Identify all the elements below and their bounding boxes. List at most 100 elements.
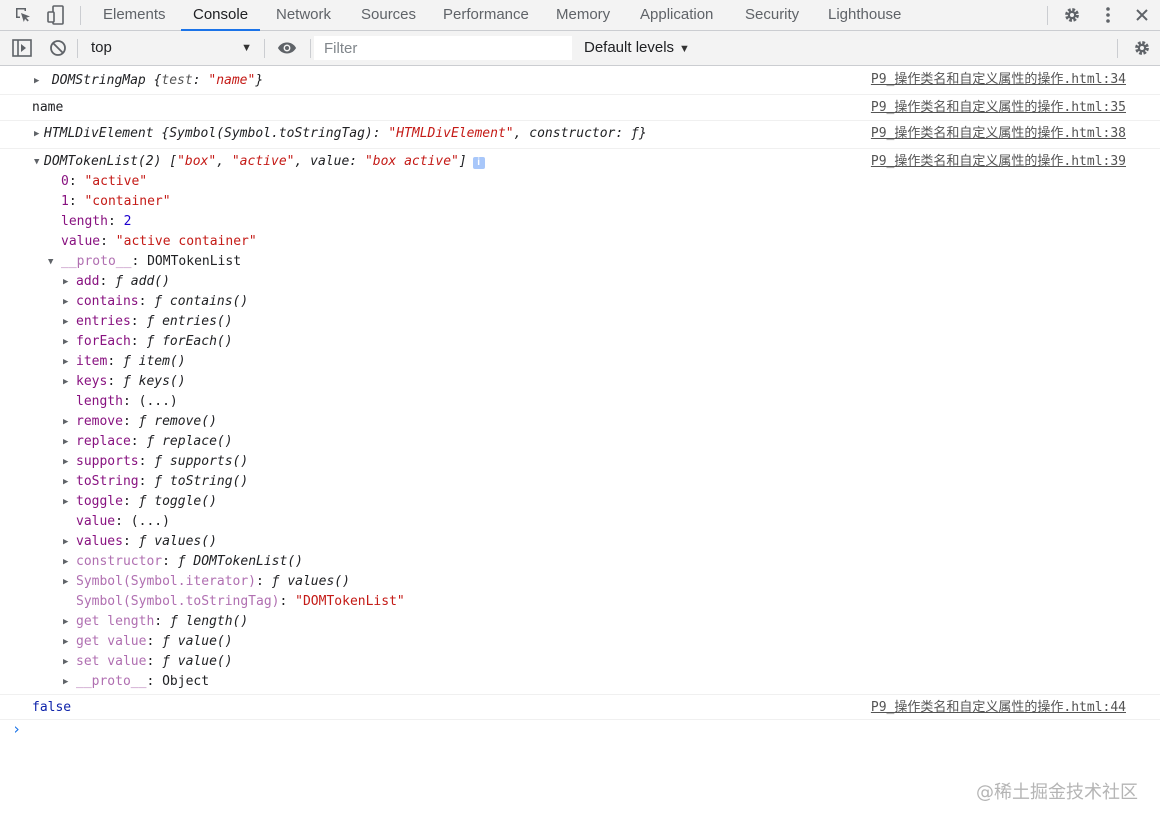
proto-property-row[interactable]: ▶ get length: ƒ length() xyxy=(63,612,248,632)
source-link[interactable]: P9_操作类名和自定义属性的操作.html:44 xyxy=(871,698,1126,718)
expand-triangle-icon[interactable]: ▶ xyxy=(63,532,73,552)
object-type: DOMStringMap xyxy=(51,73,146,88)
show-sidebar-icon[interactable] xyxy=(12,38,32,58)
filter-input[interactable] xyxy=(314,36,572,60)
tab-memory[interactable]: Memory xyxy=(556,0,610,30)
settings-gear-icon[interactable] xyxy=(1062,5,1082,25)
tab-elements[interactable]: Elements xyxy=(103,0,166,30)
device-toolbar-icon[interactable] xyxy=(46,5,66,25)
expand-triangle-icon[interactable]: ▶ xyxy=(63,412,73,432)
expand-triangle-icon[interactable]: ▶ xyxy=(34,71,44,91)
proto-property-row[interactable]: ▶ supports: ƒ supports() xyxy=(63,452,248,472)
property-value: ƒ add() xyxy=(115,274,170,289)
property-value: (...) xyxy=(138,394,178,409)
tab-console[interactable]: Console xyxy=(180,0,261,31)
proto-property-row: value: (...) xyxy=(76,514,170,529)
toolbar-divider xyxy=(77,39,78,58)
tab-application[interactable]: Application xyxy=(640,0,713,30)
source-link[interactable]: P9_操作类名和自定义属性的操作.html:38 xyxy=(871,124,1126,144)
property-value: ƒ value() xyxy=(162,654,233,669)
proto-property-row[interactable]: ▶ entries: ƒ entries() xyxy=(63,312,233,332)
proto-property-row[interactable]: ▶ set value: ƒ value() xyxy=(63,652,233,672)
expand-triangle-icon[interactable]: ▶ xyxy=(63,652,73,672)
console-settings-gear-icon[interactable] xyxy=(1132,38,1152,58)
proto-property-row[interactable]: ▶ values: ƒ values() xyxy=(63,532,217,552)
proto-property-row[interactable]: ▶ forEach: ƒ forEach() xyxy=(63,332,233,352)
expand-triangle-icon[interactable]: ▶ xyxy=(63,572,73,592)
log-boolean: false xyxy=(32,698,71,718)
context-selector[interactable]: top ▼ xyxy=(84,37,256,59)
property-value: "DOMTokenList" xyxy=(295,594,405,609)
collapse-triangle-icon[interactable]: ▼ xyxy=(34,152,44,172)
property-key: 0 xyxy=(61,174,69,189)
proto-property-row[interactable]: ▶ __proto__: Object xyxy=(63,672,209,692)
property-key: keys xyxy=(76,374,108,389)
property-key: contains xyxy=(76,294,139,309)
source-link[interactable]: P9_操作类名和自定义属性的操作.html:35 xyxy=(871,98,1126,118)
property-key: constructor xyxy=(76,554,163,569)
proto-property-row[interactable]: ▶ remove: ƒ remove() xyxy=(63,412,217,432)
property-key: Symbol(Symbol.toStringTag) xyxy=(76,594,280,609)
proto-property-row[interactable]: ▶ get value: ƒ value() xyxy=(63,632,233,652)
proto-value: DOMTokenList xyxy=(147,254,242,269)
comma: , xyxy=(216,154,232,169)
log-levels-dropdown[interactable]: Default levels ▼ xyxy=(584,37,690,60)
expand-triangle-icon[interactable]: ▶ xyxy=(63,272,73,292)
inspect-element-icon[interactable] xyxy=(13,5,33,25)
proto-row[interactable]: ▼ __proto__: DOMTokenList xyxy=(48,252,241,272)
property-value: ƒ values() xyxy=(138,534,217,549)
collapse-triangle-icon[interactable]: ▼ xyxy=(48,252,58,272)
proto-property-row[interactable]: ▶ add: ƒ add() xyxy=(63,272,170,292)
close-icon[interactable] xyxy=(1132,5,1152,25)
clear-console-icon[interactable] xyxy=(48,38,68,58)
tab-security[interactable]: Security xyxy=(745,0,799,30)
expand-triangle-icon[interactable]: ▶ xyxy=(63,312,73,332)
expand-triangle-icon[interactable]: ▶ xyxy=(63,292,73,312)
expand-triangle-icon[interactable]: ▶ xyxy=(34,124,44,144)
proto-property-row[interactable]: ▶ Symbol(Symbol.iterator): ƒ values() xyxy=(63,572,350,592)
proto-property-row[interactable]: ▶ toString: ƒ toString() xyxy=(63,472,248,492)
tab-network[interactable]: Network xyxy=(276,0,331,30)
property-value: (...) xyxy=(130,514,170,529)
object-preview[interactable]: ▼ DOMTokenList(2) ["box", "active", value… xyxy=(34,152,485,172)
property-value: ƒ replace() xyxy=(146,434,233,449)
property-key: value xyxy=(76,514,116,529)
tab-sources[interactable]: Sources xyxy=(361,0,416,30)
proto-property-row[interactable]: ▶ keys: ƒ keys() xyxy=(63,372,186,392)
proto-property-row[interactable]: ▶ item: ƒ item() xyxy=(63,352,186,372)
expand-triangle-icon[interactable]: ▶ xyxy=(63,632,73,652)
expand-triangle-icon[interactable]: ▶ xyxy=(63,552,73,572)
live-expression-eye-icon[interactable] xyxy=(277,38,297,58)
console-prompt-icon[interactable]: › xyxy=(12,720,21,738)
tab-performance[interactable]: Performance xyxy=(443,0,529,30)
source-link[interactable]: P9_操作类名和自定义属性的操作.html:39 xyxy=(871,152,1126,172)
proto-property-row[interactable]: ▶ constructor: ƒ DOMTokenList() xyxy=(63,552,303,572)
property-key: replace xyxy=(76,434,131,449)
object-preview[interactable]: ▶ HTMLDivElement {Symbol(Symbol.toStringT… xyxy=(34,124,647,144)
proto-property-row[interactable]: ▶ toggle: ƒ toggle() xyxy=(63,492,217,512)
expand-triangle-icon[interactable]: ▶ xyxy=(63,672,73,692)
info-icon[interactable]: i xyxy=(472,157,485,169)
expand-triangle-icon[interactable]: ▶ xyxy=(63,612,73,632)
property-value: ƒ keys() xyxy=(122,374,186,389)
proto-property-row[interactable]: ▶ contains: ƒ contains() xyxy=(63,292,248,312)
expand-triangle-icon[interactable]: ▶ xyxy=(63,352,73,372)
proto-property-row[interactable]: ▶ replace: ƒ replace() xyxy=(63,432,233,452)
tab-lighthouse[interactable]: Lighthouse xyxy=(828,0,901,30)
expand-triangle-icon[interactable]: ▶ xyxy=(63,492,73,512)
property-value: ƒ DOMTokenList() xyxy=(177,554,303,569)
property-key: __proto__ xyxy=(76,674,147,689)
console-message: false P9_操作类名和自定义属性的操作.html:44 xyxy=(0,695,1160,720)
property-key: toggle xyxy=(76,494,123,509)
expand-triangle-icon[interactable]: ▶ xyxy=(63,452,73,472)
property-key: length xyxy=(61,214,108,229)
expand-triangle-icon[interactable]: ▶ xyxy=(63,332,73,352)
expand-triangle-icon[interactable]: ▶ xyxy=(63,372,73,392)
property-value: ƒ entries() xyxy=(146,314,233,329)
object-preview[interactable]: ▶ DOMStringMap {test: "name"} xyxy=(34,71,263,91)
expand-triangle-icon[interactable]: ▶ xyxy=(63,432,73,452)
more-options-icon[interactable] xyxy=(1098,5,1118,25)
expand-triangle-icon[interactable]: ▶ xyxy=(63,472,73,492)
property-key: values xyxy=(76,534,123,549)
source-link[interactable]: P9_操作类名和自定义属性的操作.html:34 xyxy=(871,70,1126,90)
